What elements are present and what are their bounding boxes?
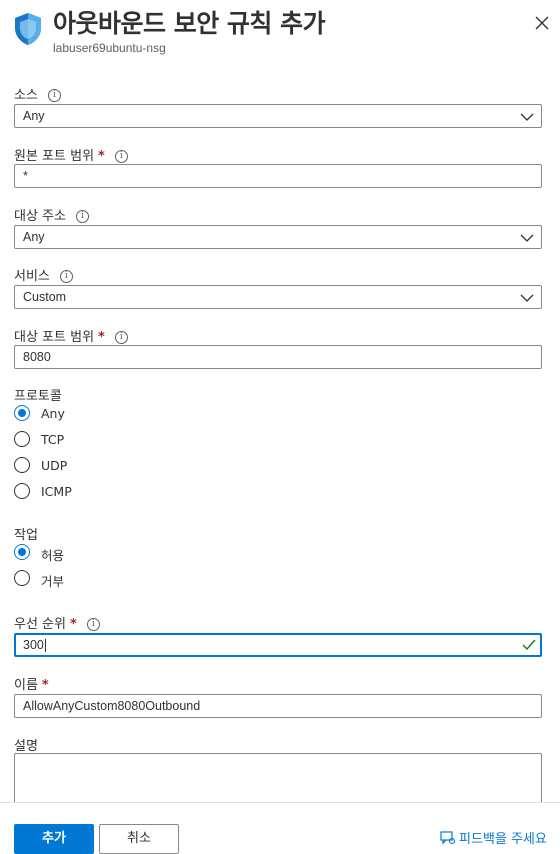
checkmark-icon bbox=[522, 639, 536, 651]
description-label: 설명 bbox=[14, 739, 38, 754]
chevron-down-icon bbox=[520, 234, 534, 242]
info-icon[interactable]: i bbox=[86, 618, 100, 631]
radio-button[interactable] bbox=[14, 431, 30, 447]
priority-value: 300 bbox=[23, 638, 46, 653]
dest-port-value: 8080 bbox=[23, 350, 51, 364]
destination-label: 대상 주소 i bbox=[14, 205, 89, 224]
required-marker: * bbox=[69, 617, 77, 632]
priority-input[interactable]: 300 bbox=[14, 633, 542, 657]
required-marker: * bbox=[98, 149, 105, 164]
source-port-input[interactable]: * bbox=[14, 164, 542, 188]
feedback-icon bbox=[440, 831, 456, 845]
info-icon[interactable]: i bbox=[47, 89, 61, 102]
info-icon[interactable]: i bbox=[114, 150, 128, 163]
source-label: 소스 i bbox=[14, 84, 61, 103]
source-port-value: * bbox=[23, 169, 28, 183]
radio-label: 허용 bbox=[41, 548, 65, 563]
blade-header: 아웃바운드 보안 규칙 추가 labuser69ubuntu-nsg bbox=[0, 0, 560, 70]
name-label: 이름 * bbox=[14, 678, 49, 693]
shield-icon bbox=[15, 13, 41, 45]
text-caret bbox=[44, 639, 46, 653]
source-port-label: 원본 포트 범위 * i bbox=[14, 145, 128, 164]
radio-label: TCP bbox=[41, 432, 65, 447]
source-dropdown[interactable]: Any bbox=[14, 104, 542, 128]
destination-value: Any bbox=[23, 230, 45, 244]
page-title: 아웃바운드 보안 규칙 추가 bbox=[53, 9, 326, 38]
radio-button[interactable] bbox=[14, 483, 30, 499]
info-icon[interactable]: i bbox=[75, 210, 89, 223]
radio-button[interactable] bbox=[14, 457, 30, 473]
required-marker: * bbox=[41, 678, 49, 693]
required-marker: * bbox=[98, 330, 105, 345]
service-dropdown[interactable]: Custom bbox=[14, 285, 542, 309]
priority-label: 우선 순위 * i bbox=[14, 613, 100, 632]
protocol-label: 프로토콜 bbox=[14, 389, 62, 404]
cancel-button[interactable]: 취소 bbox=[99, 824, 179, 854]
source-value: Any bbox=[23, 109, 45, 123]
page-subtitle: labuser69ubuntu-nsg bbox=[53, 41, 166, 55]
radio-label: ICMP bbox=[41, 484, 72, 499]
close-icon[interactable] bbox=[533, 14, 551, 32]
action-label: 작업 bbox=[14, 528, 38, 543]
info-icon[interactable]: i bbox=[114, 331, 128, 344]
name-value: AllowAnyCustom8080Outbound bbox=[23, 699, 201, 713]
radio-button[interactable] bbox=[14, 570, 30, 586]
dest-port-label: 대상 포트 범위 * i bbox=[14, 326, 128, 345]
radio-button-selected[interactable] bbox=[14, 544, 30, 560]
add-button[interactable]: 추가 bbox=[14, 824, 94, 854]
dest-port-input[interactable]: 8080 bbox=[14, 345, 542, 369]
chevron-down-icon bbox=[520, 294, 534, 302]
name-input[interactable]: AllowAnyCustom8080Outbound bbox=[14, 694, 542, 718]
radio-label: 거부 bbox=[41, 574, 65, 589]
radio-label: UDP bbox=[41, 458, 68, 473]
chevron-down-icon bbox=[520, 113, 534, 121]
destination-dropdown[interactable]: Any bbox=[14, 225, 542, 249]
feedback-link[interactable]: 피드백을 주세요 bbox=[440, 828, 547, 847]
info-icon[interactable]: i bbox=[59, 270, 73, 283]
radio-label: Any bbox=[41, 406, 65, 421]
radio-button-selected[interactable] bbox=[14, 405, 30, 421]
blade-footer: 추가 취소 피드백을 주세요 bbox=[0, 802, 560, 854]
service-value: Custom bbox=[23, 290, 67, 304]
service-label: 서비스 i bbox=[14, 265, 73, 284]
